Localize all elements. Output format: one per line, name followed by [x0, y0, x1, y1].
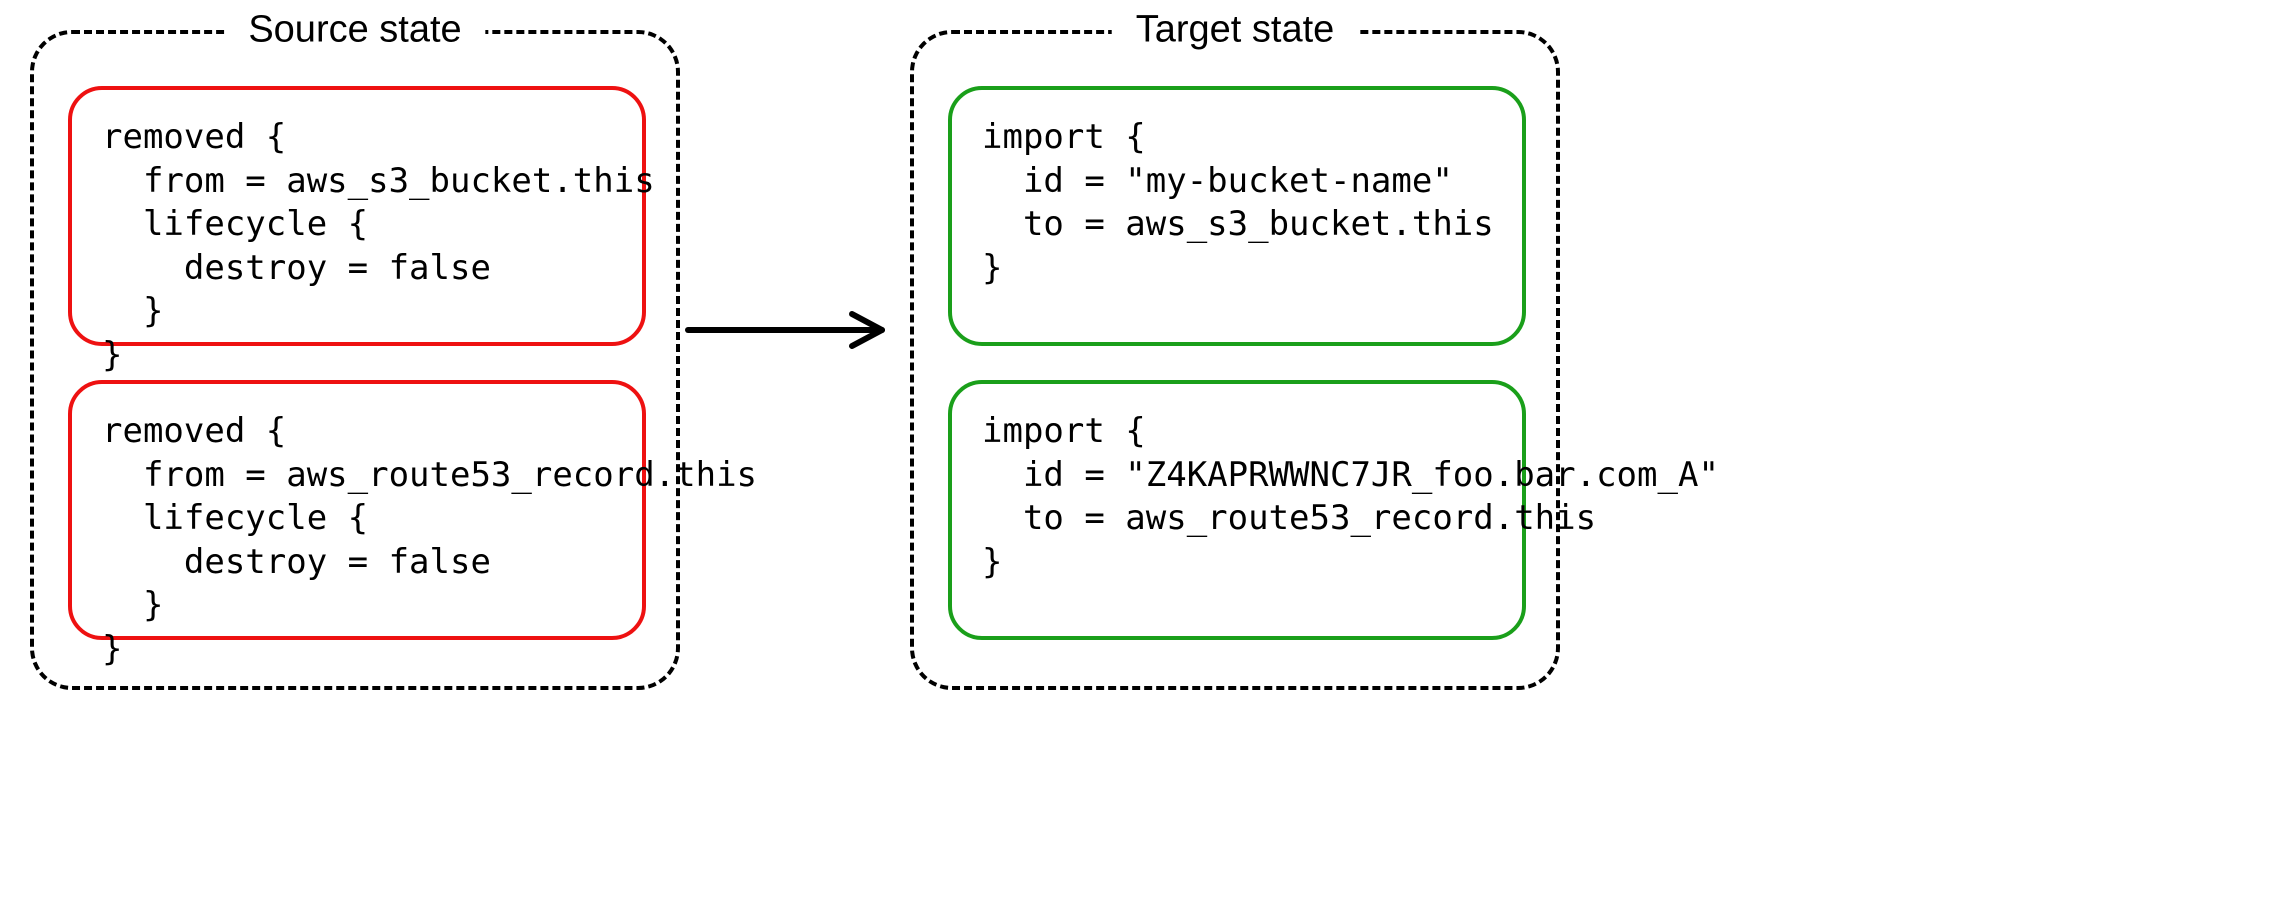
- target-import-block-2: import { id = "Z4KAPRWWNC7JR_foo.bar.com…: [948, 380, 1526, 640]
- diagram-stage: Source state removed { from = aws_s3_buc…: [0, 0, 2288, 921]
- target-import-block-1: import { id = "my-bucket-name" to = aws_…: [948, 86, 1526, 346]
- target-import-code-1: import { id = "my-bucket-name" to = aws_…: [982, 116, 1492, 290]
- source-removed-block-1: removed { from = aws_s3_bucket.this life…: [68, 86, 646, 346]
- arrow-icon: [684, 304, 906, 356]
- target-state-panel: Target state import { id = "my-bucket-na…: [910, 30, 1560, 690]
- arrow-source-to-target: [684, 304, 906, 356]
- source-removed-block-2: removed { from = aws_route53_record.this…: [68, 380, 646, 640]
- source-removed-code-2: removed { from = aws_route53_record.this…: [102, 410, 612, 671]
- source-state-panel: Source state removed { from = aws_s3_buc…: [30, 30, 680, 690]
- target-state-title: Target state: [1112, 9, 1359, 52]
- target-import-code-2: import { id = "Z4KAPRWWNC7JR_foo.bar.com…: [982, 410, 1492, 584]
- source-removed-code-1: removed { from = aws_s3_bucket.this life…: [102, 116, 612, 377]
- source-state-title: Source state: [224, 9, 485, 52]
